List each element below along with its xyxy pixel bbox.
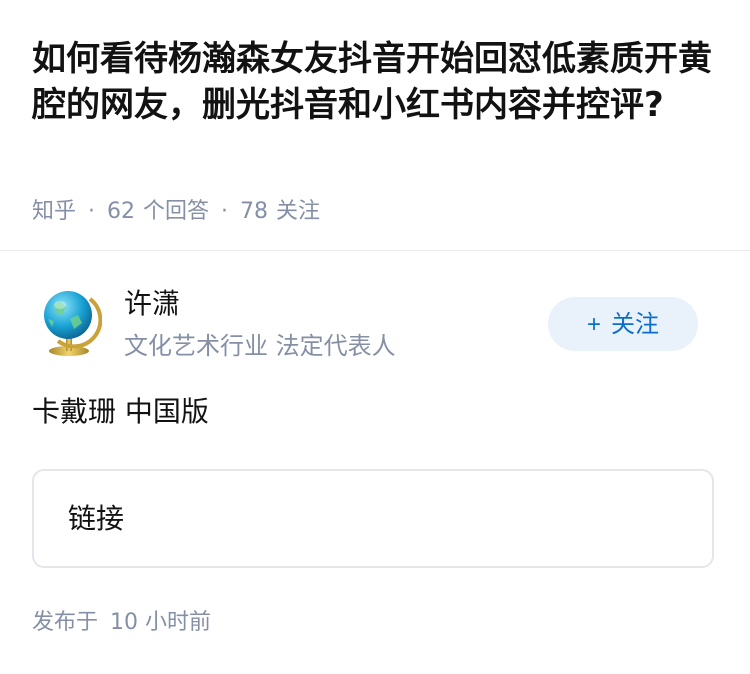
author-name[interactable]: 许潇 — [124, 285, 180, 323]
answer-count-label: 个回答 — [143, 199, 210, 224]
meta-separator: · — [88, 199, 96, 224]
follow-count-label: 关注 — [276, 199, 321, 224]
globe-icon — [44, 291, 103, 356]
answer-item: 许潇 文化艺术行业 法定代表人 + 关注 卡戴珊 中国版 链接 发布于 10 小时前 — [0, 251, 750, 674]
link-card-label: 链接 — [68, 502, 125, 535]
answer-count: 62 — [107, 199, 136, 224]
meta-separator: · — [221, 199, 229, 224]
source-label[interactable]: 知乎 — [32, 196, 76, 228]
follow-button-label: 关注 — [611, 311, 659, 338]
link-card[interactable]: 链接 — [32, 469, 714, 568]
avatar[interactable] — [36, 285, 103, 357]
question-meta: 知乎 · 62 个回答 · 78 关注 — [32, 196, 320, 228]
publish-time: 发布于 10 小时前 — [32, 607, 211, 639]
author-bio: 文化艺术行业 法定代表人 — [124, 332, 396, 360]
question-title[interactable]: 如何看待杨瀚森女友抖音开始回怼低素质开黄腔的网友，删光抖音和小红书内容并控评? — [32, 36, 722, 128]
follow-count: 78 — [240, 199, 269, 224]
publish-label: 发布于 — [32, 610, 99, 635]
answer-content: 卡戴珊 中国版 — [32, 395, 209, 428]
publish-time-value: 10 小时前 — [110, 610, 212, 635]
plus-icon: + — [586, 311, 601, 338]
follow-button[interactable]: + 关注 — [548, 297, 698, 351]
question-header: 如何看待杨瀚森女友抖音开始回怼低素质开黄腔的网友，删光抖音和小红书内容并控评? … — [0, 0, 750, 251]
